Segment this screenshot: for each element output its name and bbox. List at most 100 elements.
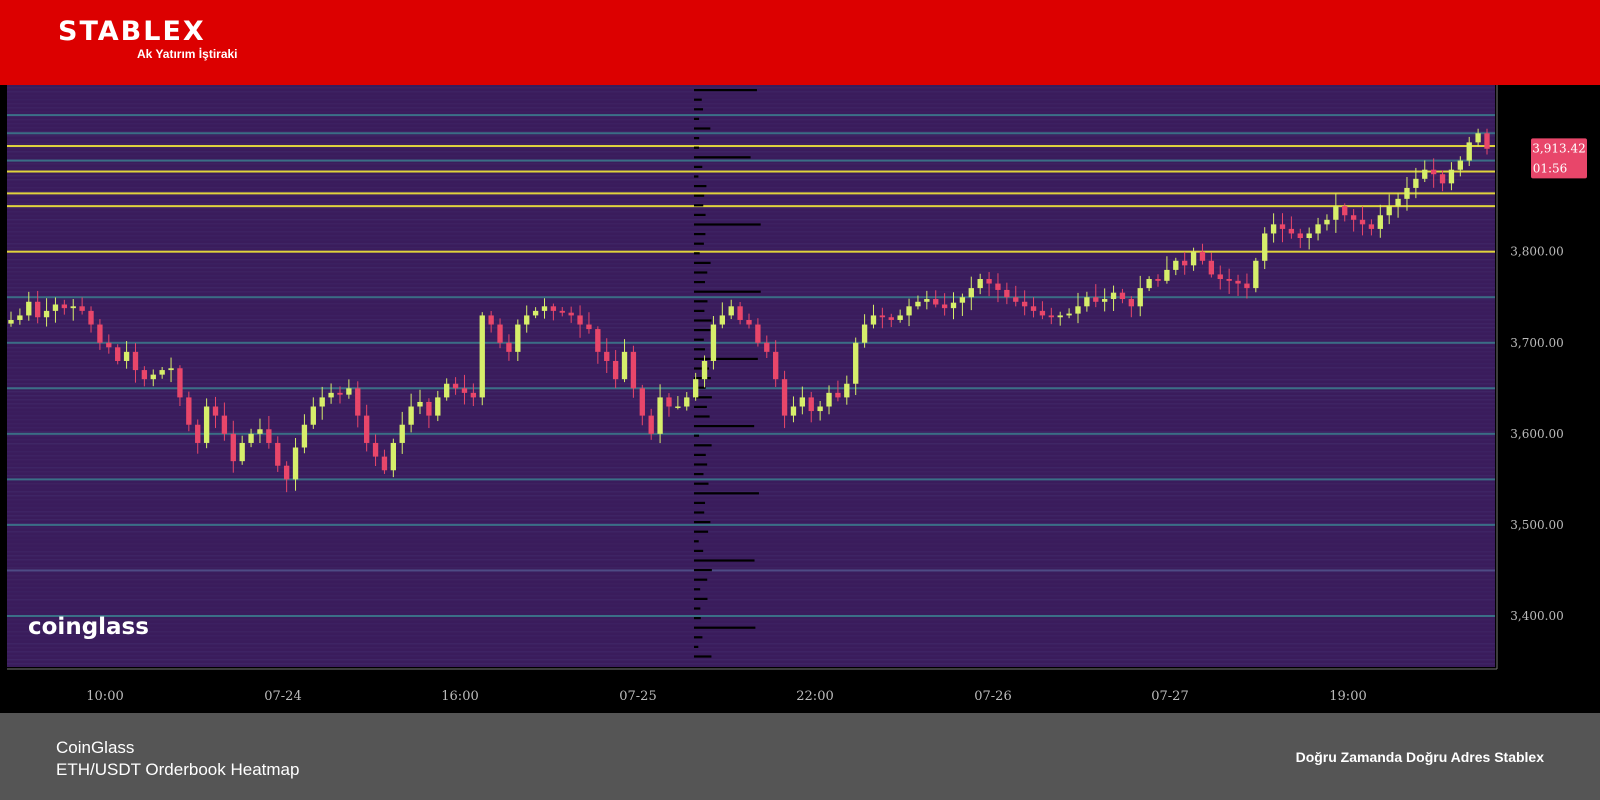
heatmap-band (7, 639, 1495, 641)
heatmap-band (7, 355, 1495, 357)
candle-body (1359, 219, 1366, 225)
heatmap-band (7, 427, 1495, 429)
y-tick-label: 3,500.00 (1510, 518, 1563, 532)
candle-body (799, 397, 806, 407)
heatmap-band (7, 147, 1495, 149)
volume-profile-bar (694, 108, 704, 111)
candle-body (61, 304, 68, 309)
volume-profile-bar (694, 165, 703, 168)
candle-body (532, 310, 539, 316)
candle-body (870, 315, 877, 325)
candle-body (861, 324, 868, 343)
candle-body (1004, 289, 1010, 298)
candle-body (1466, 142, 1472, 161)
candle-body (408, 406, 414, 425)
chart-area: 3,800.00 3,700.00 3,600.00 3,500.00 3,400.00… (0, 85, 1600, 713)
heatmap-band (7, 583, 1495, 585)
candle-body (524, 315, 530, 325)
candle-body (639, 388, 645, 416)
candle-body (399, 424, 405, 443)
heatmap-band (7, 207, 1495, 209)
heatmap-band (7, 271, 1495, 273)
candle-body (1395, 198, 1401, 207)
candle-body (266, 429, 272, 443)
footer-title: ETH/USDT Orderbook Heatmap (56, 760, 300, 779)
heatmap-band (7, 363, 1495, 365)
heatmap-band (7, 219, 1495, 221)
candle-body (381, 456, 388, 471)
candle-body (346, 388, 352, 395)
volume-profile-bar (694, 549, 704, 552)
candle-body (1226, 279, 1232, 281)
heatmap-band (7, 655, 1495, 657)
candle-body (924, 299, 930, 302)
candle-body (1182, 260, 1188, 266)
candle-body (995, 283, 1001, 290)
heatmap-band (7, 415, 1495, 417)
heatmap-band (7, 555, 1495, 557)
heatmap-band (7, 135, 1495, 137)
heatmap-band (7, 163, 1495, 165)
heatmap-band (7, 595, 1495, 597)
candle-body (426, 401, 432, 416)
footer-source: CoinGlass (56, 738, 135, 757)
heatmap-band (7, 259, 1495, 261)
candle-body (790, 406, 797, 416)
volume-profile-bar (694, 185, 707, 188)
candle-body (1368, 224, 1375, 229)
volume-profile-bar (694, 338, 704, 341)
volume-profile-bar (694, 281, 705, 284)
heatmap-band (7, 467, 1495, 469)
heatmap-band (7, 267, 1495, 269)
volume-profile-bar (694, 309, 705, 312)
volume-profile-bar (694, 98, 702, 101)
heatmap-band (7, 607, 1495, 609)
heatmap-band (7, 659, 1495, 661)
volume-profile-bar (694, 357, 758, 360)
candle-body (1128, 299, 1135, 307)
heatmap-band (7, 383, 1495, 385)
candle-body (444, 383, 450, 398)
candle-body (1253, 260, 1259, 289)
volume-profile-bar (694, 530, 709, 533)
heatmap-band (7, 447, 1495, 449)
orderbook-level-line (7, 192, 1495, 195)
footer-bar: CoinGlass ETH/USDT Orderbook Heatmap Doğ… (0, 713, 1600, 800)
heatmap-band (7, 547, 1495, 549)
candle-body (728, 306, 734, 316)
heatmap-band (7, 575, 1495, 577)
volume-profile-bar (694, 425, 755, 428)
candle-body (621, 351, 628, 380)
heatmap-band (7, 543, 1495, 545)
candle-body (141, 370, 148, 380)
candle-body (1057, 315, 1063, 318)
volume-profile-bar (694, 645, 699, 648)
candle-body (719, 315, 725, 325)
heatmap-band (7, 199, 1495, 201)
heatmap-band (7, 151, 1495, 153)
heatmap-band (7, 395, 1495, 397)
heatmap-band (7, 275, 1495, 277)
volume-profile-bar (694, 290, 761, 293)
heatmap-band (7, 123, 1495, 125)
heatmap-band (7, 551, 1495, 553)
volume-profile-bar (694, 271, 708, 274)
heatmap-band (7, 567, 1495, 569)
heatmap-band (7, 95, 1495, 97)
heatmap-band (7, 247, 1495, 249)
heatmap-band (7, 351, 1495, 353)
candle-body (897, 315, 903, 320)
volume-profile-bar (694, 463, 708, 466)
orderbook-level-line (7, 159, 1495, 162)
orderbook-level-line (7, 478, 1495, 481)
volume-profile-bar (694, 607, 701, 610)
volume-profile-bar (694, 578, 708, 581)
orderbook-level-line (7, 296, 1495, 299)
heatmap-band (7, 87, 1495, 89)
y-tick-label: 3,600.00 (1510, 427, 1563, 441)
candle-body (97, 324, 103, 343)
candle-body (257, 429, 263, 434)
candle-body (479, 315, 485, 398)
heatmap-band (7, 423, 1495, 425)
candle-body (488, 315, 494, 325)
